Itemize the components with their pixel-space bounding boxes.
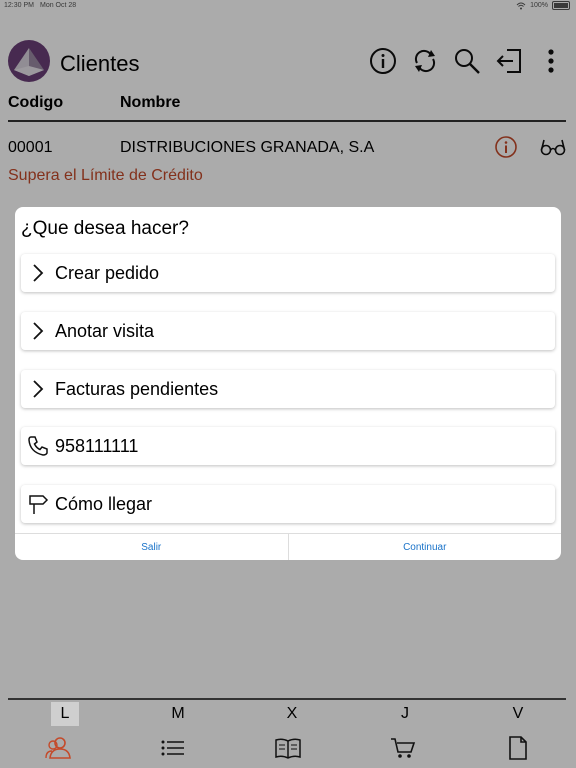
option-phone[interactable]: 958111111 [21,427,555,465]
day-wednesday[interactable]: X [278,702,306,726]
dialog-footer: Salir Continuar [15,533,561,560]
option-label: 958111111 [55,435,139,456]
option-label: Anotar visita [55,320,155,341]
dialog-title: ¿Que desea hacer? [21,218,189,239]
day-friday[interactable]: V [504,702,532,726]
cart-icon [391,738,416,758]
tab-cart[interactable] [373,732,433,764]
tab-catalog[interactable] [258,732,318,764]
chevron-right-icon [21,321,55,341]
phone-icon [21,435,55,457]
option-como-llegar[interactable]: Cómo llegar [21,485,555,523]
chevron-right-icon [21,379,55,399]
option-label: Crear pedido [55,262,160,283]
tab-bar [0,728,576,768]
option-label: Cómo llegar [55,493,153,514]
weekday-selector: L M X J V [8,698,566,730]
exit-button[interactable]: Salir [15,534,288,560]
list-icon [161,740,184,756]
signpost-icon [21,493,55,515]
option-label: Facturas pendientes [55,378,219,399]
document-icon [509,736,528,760]
option-facturas-pendientes[interactable]: Facturas pendientes [21,370,555,408]
catalog-icon [275,738,301,759]
day-thursday[interactable]: J [391,702,419,726]
option-crear-pedido[interactable]: Crear pedido [21,254,555,292]
tab-document[interactable] [488,732,548,764]
continue-button[interactable]: Continuar [287,534,562,560]
tab-clients[interactable] [28,732,88,764]
option-anotar-visita[interactable]: Anotar visita [21,312,555,350]
action-dialog: ¿Que desea hacer? Crear pedido Anotar vi… [15,207,561,560]
day-monday[interactable]: L [51,702,79,726]
tab-list[interactable] [143,732,203,764]
day-tuesday[interactable]: M [164,702,192,726]
chevron-right-icon [21,263,55,283]
clients-icon [44,737,71,759]
